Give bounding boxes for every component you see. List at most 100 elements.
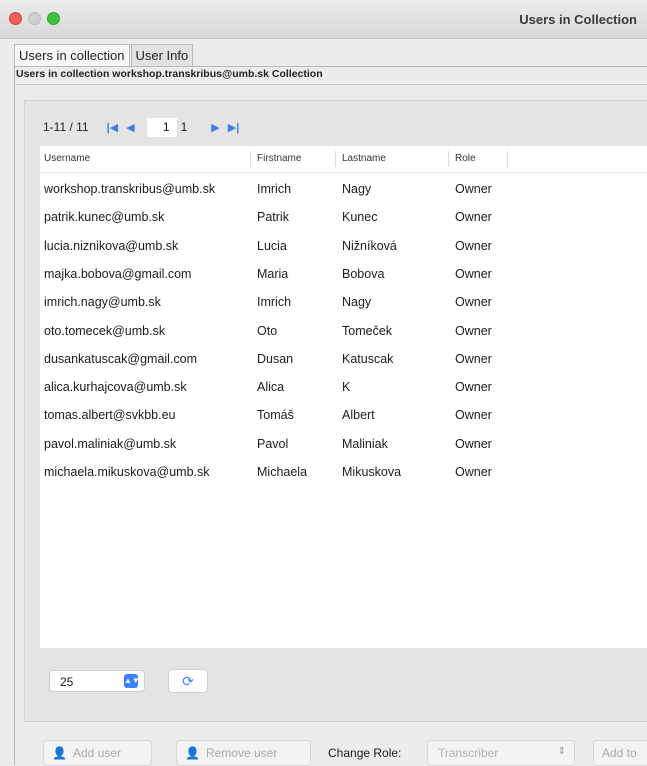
cell-username: lucia.niznikova@umb.sk <box>44 238 179 253</box>
cell-username: oto.tomecek@umb.sk <box>44 323 166 338</box>
next-page-icon[interactable]: ▶ <box>211 121 219 134</box>
users-table: Username Firstname Lastname Role worksho… <box>40 146 647 648</box>
cell-lastname: Nagy <box>342 182 372 196</box>
cell-lastname: Bobova <box>342 266 385 281</box>
cell-username: dusankatuscak@gmail.com <box>44 351 198 366</box>
remove-user-icon: 👤 <box>185 746 200 760</box>
cell-lastname: Kunec <box>342 210 378 225</box>
cell-firstname: Dusan <box>257 351 294 366</box>
refresh-button[interactable]: ⟳ <box>168 669 208 693</box>
chevron-updown-icon: ⇕ <box>557 746 566 757</box>
column-divider[interactable] <box>507 151 508 167</box>
column-header-lastname[interactable]: Lastname <box>342 153 386 164</box>
cell-username: patrik.kunec@umb.sk <box>44 210 165 225</box>
title-bar: Users in Collection <box>0 0 647 39</box>
cell-role: Owner <box>455 295 492 310</box>
cell-lastname: K <box>342 380 351 395</box>
table-row[interactable]: imrich.nagy@umb.sk Imrich Nagy Owner <box>40 288 647 316</box>
cell-firstname: Lucia <box>257 238 287 253</box>
cell-firstname: Oto <box>257 323 278 338</box>
table-row[interactable]: workshop.transkribus@umb.sk Imrich Nagy Own… <box>40 175 647 203</box>
column-divider[interactable] <box>250 151 251 167</box>
add-to-button[interactable]: Add to <box>593 740 647 766</box>
previous-page-icon[interactable]: ◀ <box>126 121 134 134</box>
change-role-label: Change Role: <box>328 746 402 760</box>
column-header-role[interactable]: Role <box>455 153 476 164</box>
cell-firstname: Imrich <box>257 295 292 310</box>
cell-firstname: Alica <box>257 380 285 395</box>
add-user-label: Add user <box>72 746 121 760</box>
cell-lastname: Albert <box>342 408 375 423</box>
cell-username: tomas.albert@svkbb.eu <box>44 408 176 423</box>
table-row[interactable]: majka.bobova@gmail.com Maria Bobova Owner <box>40 260 647 288</box>
remove-user-button[interactable]: 👤 Remove user <box>176 740 311 766</box>
refresh-icon: ⟳ <box>182 673 194 689</box>
table-row[interactable]: oto.tomecek@umb.sk Oto Tomeček Owner <box>40 317 647 345</box>
cell-lastname: Katuscak <box>342 351 394 366</box>
cell-role: Owner <box>455 323 492 338</box>
cell-role: Owner <box>455 182 492 196</box>
cell-role: Owner <box>455 351 492 366</box>
first-page-icon[interactable]: |◀ <box>107 121 119 134</box>
column-header-username[interactable]: Username <box>44 153 90 164</box>
column-divider[interactable] <box>335 151 336 167</box>
page-size-select[interactable]: 25 ▲▼ <box>49 670 145 692</box>
cell-username: pavol.maliniak@umb.sk <box>44 436 177 451</box>
column-divider[interactable] <box>448 151 449 167</box>
cell-username: imrich.nagy@umb.sk <box>44 295 161 310</box>
table-row[interactable]: michaela.mikuskova@umb.sk Michaela Mikusko… <box>40 458 647 486</box>
last-page-icon[interactable]: ▶| <box>228 121 240 134</box>
table-row[interactable]: lucia.niznikova@umb.sk Lucia Nižníková Owne… <box>40 232 647 260</box>
table-row[interactable]: pavol.maliniak@umb.sk Pavol Maliniak Owner <box>40 430 647 458</box>
collection-header: Users in collection workshop.transkribus… <box>16 68 323 80</box>
cell-role: Owner <box>455 266 492 281</box>
cell-lastname: Nagy <box>342 295 372 310</box>
cell-username: michaela.mikuskova@umb.sk <box>44 465 210 479</box>
cell-username: alica.kurhajcova@umb.sk <box>44 380 187 395</box>
cell-firstname: Michaela <box>257 465 308 479</box>
cell-username: workshop.transkribus@umb.sk <box>44 182 216 196</box>
role-select[interactable]: Transcriber ⇕ <box>427 740 575 766</box>
cell-username: majka.bobova@gmail.com <box>44 266 192 281</box>
cell-firstname: Imrich <box>257 182 292 196</box>
tab-users-in-collection[interactable]: Users in collection <box>14 44 130 66</box>
cell-firstname: Patrik <box>257 210 289 225</box>
page-size-value: 25 <box>60 675 74 689</box>
cell-role: Owner <box>455 436 492 451</box>
cell-lastname: Tomeček <box>342 323 393 338</box>
cell-role: Owner <box>455 210 492 225</box>
cell-role: Owner <box>455 465 492 479</box>
page-number-input[interactable]: 1 <box>146 117 177 137</box>
cell-lastname: Maliniak <box>342 436 388 451</box>
remove-user-label: Remove user <box>205 746 278 760</box>
add-user-icon: 👤 <box>52 746 67 760</box>
column-header-firstname[interactable]: Firstname <box>257 153 301 164</box>
add-user-button[interactable]: 👤 Add user <box>43 740 152 766</box>
group-divider <box>16 84 647 85</box>
cell-firstname: Tomáš <box>257 408 294 423</box>
cell-firstname: Pavol <box>257 436 289 451</box>
cell-role: Owner <box>455 408 492 423</box>
pagination-bar: 1-11 / 11 |◀ ◀ 1 1 ▶ ▶| <box>43 117 247 137</box>
tab-bar: Users in collection User Info <box>14 44 194 66</box>
total-pages: 1 <box>180 120 188 134</box>
tab-user-info[interactable]: User Info <box>130 44 194 66</box>
table-row[interactable]: tomas.albert@svkbb.eu Tomáš Albert Owner <box>40 401 647 429</box>
close-window-button[interactable] <box>9 12 22 25</box>
window-title: Users in Collection <box>519 12 637 27</box>
table-row[interactable]: alica.kurhajcova@umb.sk Alica K Owner <box>40 373 647 401</box>
cell-lastname: Mikuskova <box>342 465 402 479</box>
maximize-window-button[interactable] <box>47 12 60 25</box>
table-row[interactable]: dusankatuscak@gmail.com Dusan Katuscak Owne… <box>40 345 647 373</box>
add-to-label: Add to <box>602 746 637 760</box>
stepper-arrows-icon[interactable]: ▲▼ <box>124 674 140 688</box>
minimize-window-button[interactable] <box>28 12 41 25</box>
table-row[interactable]: patrik.kunec@umb.sk Patrik Kunec Owner <box>40 203 647 231</box>
role-select-value: Transcriber <box>438 746 499 760</box>
table-header: Username Firstname Lastname Role <box>40 146 647 173</box>
cell-role: Owner <box>455 238 492 253</box>
cell-firstname: Maria <box>257 266 289 281</box>
cell-lastname: Nižníková <box>342 238 397 253</box>
page-range: 1-11 / 11 <box>43 120 89 134</box>
cell-role: Owner <box>455 380 492 395</box>
